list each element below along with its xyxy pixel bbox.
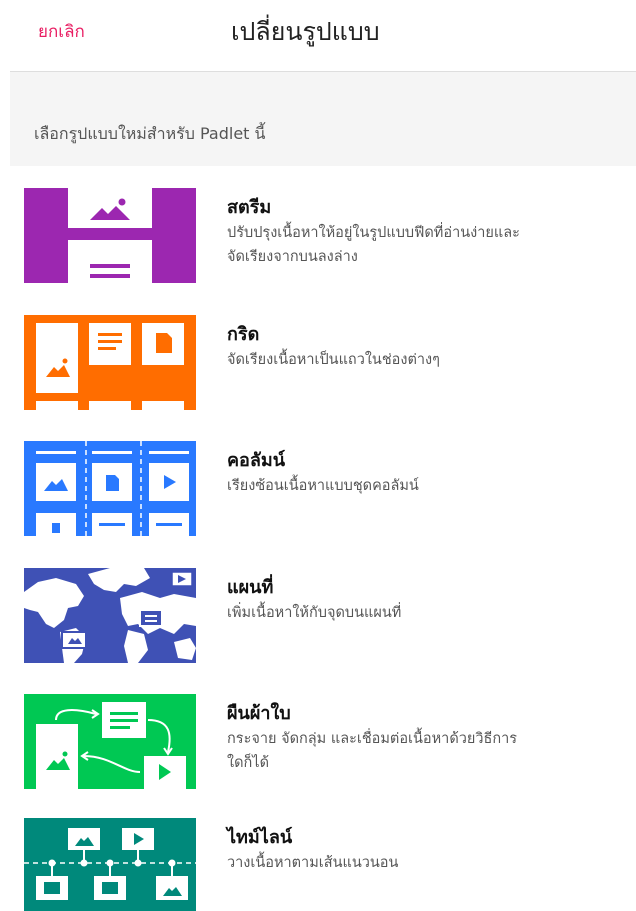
page-title: เปลี่ยนรูปแบบ [231, 17, 380, 46]
description-line: จัดเรียงจากบนลงล่าง [227, 249, 358, 265]
format-option-title: ผืนผ้าใบ [227, 703, 291, 724]
change-format-page: ยกเลิก เปลี่ยนรูปแบบ เลือกรูปแบบใหม่สำหร… [0, 0, 636, 911]
section-subheader-text: เลือกรูปแบบใหม่สำหรับ Padlet นี้ [34, 124, 266, 143]
format-option-title: แผนที่ [227, 577, 274, 598]
format-option-columns[interactable]: คอลัมน์ เรียงซ้อนเนื้อหาแบบชุดคอลัมน์ [0, 441, 636, 541]
format-option-grid[interactable]: กริด จัดเรียงเนื้อหาเป็นแถวในช่องต่างๆ [0, 315, 636, 415]
format-option-title: สตรีม [227, 197, 272, 218]
format-option-description: เรียงซ้อนเนื้อหาแบบชุดคอลัมน์ [227, 474, 636, 498]
description-line: ใดก็ได้ [227, 755, 269, 771]
columns-layout-icon [24, 441, 196, 536]
description-line: ปรับปรุงเนื้อหาให้อยู่ในรูปแบบฟีดที่อ่าน… [227, 225, 520, 241]
format-option-description: วางเนื้อหาตามเส้นแนวนอน [227, 851, 636, 875]
format-option-title: คอลัมน์ [227, 450, 286, 471]
map-layout-icon [24, 568, 196, 663]
cancel-button[interactable]: ยกเลิก [38, 18, 85, 45]
canvas-layout-icon [24, 694, 196, 789]
description-line: เพิ่มเนื้อหาให้กับจุดบนแผนที่ [227, 605, 402, 621]
format-option-description: ปรับปรุงเนื้อหาให้อยู่ในรูปแบบฟีดที่อ่าน… [227, 221, 636, 269]
format-option-title: ไทม์ไลน์ [227, 827, 293, 848]
description-line: วางเนื้อหาตามเส้นแนวนอน [227, 855, 399, 871]
format-option-description: จัดเรียงเนื้อหาเป็นแถวในช่องต่างๆ [227, 348, 636, 372]
grid-layout-icon [24, 315, 196, 410]
description-line: จัดเรียงเนื้อหาเป็นแถวในช่องต่างๆ [227, 352, 440, 368]
format-option-timeline[interactable]: ไทม์ไลน์ วางเนื้อหาตามเส้นแนวนอน [0, 818, 636, 911]
format-option-title: กริด [227, 324, 260, 345]
format-option-description: กระจาย จัดกลุ่ม และเชื่อมต่อเนื้อหาด้วยว… [227, 727, 636, 775]
description-line: เรียงซ้อนเนื้อหาแบบชุดคอลัมน์ [227, 478, 419, 494]
format-option-stream[interactable]: สตรีม ปรับปรุงเนื้อหาให้อยู่ในรูปแบบฟีดท… [0, 188, 636, 288]
stream-layout-icon [24, 188, 196, 283]
description-line: กระจาย จัดกลุ่ม และเชื่อมต่อเนื้อหาด้วยว… [227, 731, 518, 747]
header: ยกเลิก เปลี่ยนรูปแบบ [0, 0, 636, 72]
format-option-description: เพิ่มเนื้อหาให้กับจุดบนแผนที่ [227, 601, 636, 625]
format-option-map[interactable]: แผนที่ เพิ่มเนื้อหาให้กับจุดบนแผนที่ [0, 568, 636, 668]
timeline-layout-icon [24, 818, 196, 911]
section-subheader: เลือกรูปแบบใหม่สำหรับ Padlet นี้ [10, 72, 636, 166]
format-option-canvas[interactable]: ผืนผ้าใบ กระจาย จัดกลุ่ม และเชื่อมต่อเนื… [0, 694, 636, 794]
